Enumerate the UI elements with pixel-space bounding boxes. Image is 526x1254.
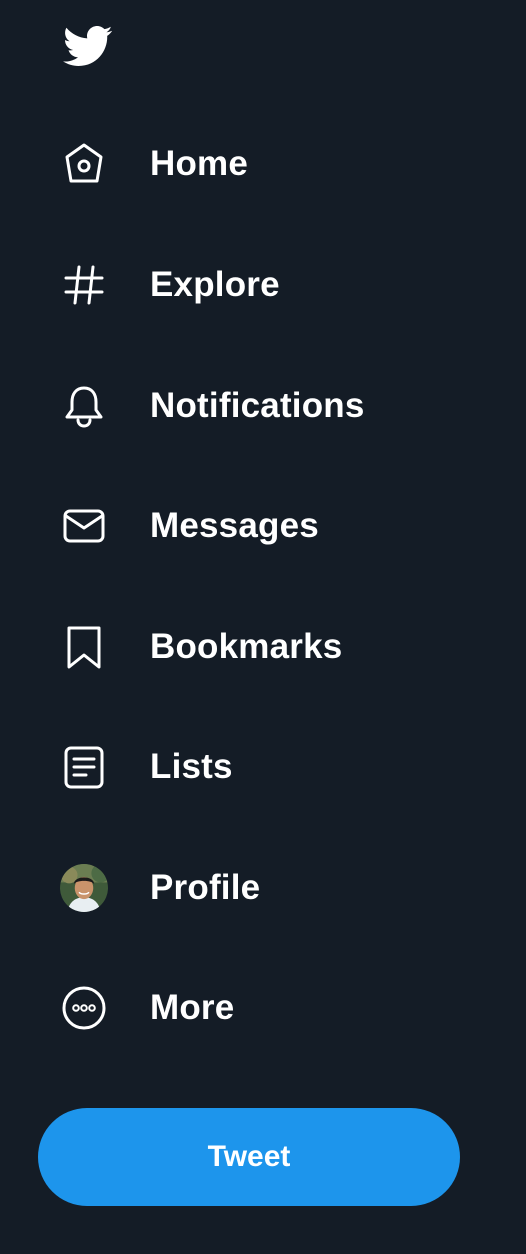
sidebar-item-label: Explore [150,265,280,304]
sidebar-item-more[interactable]: More [56,976,476,1040]
home-icon [56,136,112,192]
sidebar-item-messages[interactable]: Messages [56,494,476,558]
sidebar-item-label: Bookmarks [150,627,343,666]
sidebar-item-home[interactable]: Home [56,132,476,196]
envelope-icon [56,498,112,554]
twitter-bird-icon [63,25,113,66]
more-circle-icon [56,980,112,1036]
sidebar-item-bookmarks[interactable]: Bookmarks [56,615,476,679]
tweet-button[interactable]: Tweet [38,1108,460,1206]
hashtag-icon [56,257,112,313]
sidebar-item-label: More [150,988,235,1027]
sidebar-item-label: Notifications [150,386,365,425]
sidebar-item-label: Lists [150,747,233,786]
avatar [56,860,112,916]
sidebar-item-profile[interactable]: Profile [56,856,476,920]
sidebar-nav: Home Explore Notifications Messages Book… [0,0,526,1254]
sidebar-item-lists[interactable]: Lists [56,735,476,799]
bookmark-icon [56,619,112,675]
bell-icon [56,378,112,434]
sidebar-item-notifications[interactable]: Notifications [56,374,476,438]
sidebar-item-explore[interactable]: Explore [56,253,476,317]
list-document-icon [56,739,112,795]
sidebar-item-label: Messages [150,506,319,545]
twitter-logo[interactable] [58,20,116,72]
sidebar-item-label: Home [150,144,249,183]
sidebar-item-label: Profile [150,868,261,907]
